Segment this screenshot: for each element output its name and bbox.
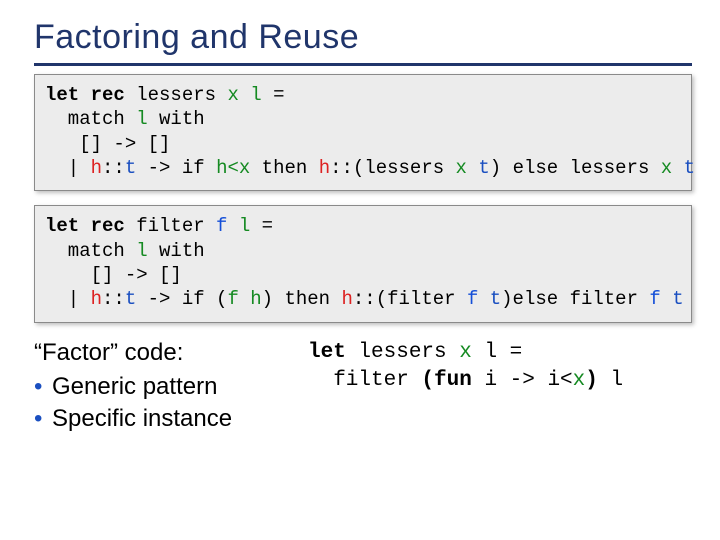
var-h: h (91, 288, 102, 310)
var-t: t (684, 157, 695, 179)
var-t: t (125, 288, 136, 310)
keyword-let-rec: let rec (45, 215, 125, 237)
cond-hltx: h<x (216, 157, 250, 179)
bottom-row: “Factor” code: Generic pattern Specific … (34, 337, 692, 436)
keyword-let: let (308, 341, 358, 364)
var-l: l (250, 84, 261, 106)
code-box-lessers: let rec lessers x l = match l with [] ->… (34, 74, 692, 191)
var-l: l (136, 108, 147, 130)
var-x: x (661, 157, 672, 179)
bullet-generic-pattern: Generic pattern (34, 371, 294, 403)
factor-notes: “Factor” code: Generic pattern Specific … (34, 337, 294, 436)
slide: Factoring and Reuse let rec lessers x l … (0, 0, 720, 540)
var-f: f (467, 288, 478, 310)
var-x: x (456, 157, 467, 179)
var-l: l (136, 240, 147, 262)
var-t: t (672, 288, 683, 310)
var-f: f (216, 215, 227, 237)
var-h: h (91, 157, 102, 179)
code-snippet-lessers-filter: let lessers x l = filter (fun i -> i<x) … (308, 337, 623, 436)
fn-name: filter (125, 215, 216, 237)
bullet-specific-instance: Specific instance (34, 403, 294, 435)
code-line: [] -> [] (45, 264, 182, 286)
factor-heading: “Factor” code: (34, 337, 294, 369)
var-h: h (319, 157, 330, 179)
title-underline (34, 63, 692, 66)
var-h: h (342, 288, 353, 310)
var-t: t (478, 157, 489, 179)
var-t: t (125, 157, 136, 179)
slide-title: Factoring and Reuse (34, 18, 692, 57)
var-x: x (227, 84, 238, 106)
keyword-let-rec: let rec (45, 84, 125, 106)
var-t: t (490, 288, 501, 310)
var-x: x (459, 341, 472, 364)
code-box-filter: let rec filter f l = match l with [] -> … (34, 205, 692, 322)
code-line: [] -> [] (45, 133, 170, 155)
var-x: x (573, 369, 586, 392)
fn-name: lessers (125, 84, 228, 106)
keyword-fun: (fun (421, 369, 471, 392)
var-f: f (649, 288, 660, 310)
cond-fh: f h (227, 288, 261, 310)
var-l: l (239, 215, 250, 237)
